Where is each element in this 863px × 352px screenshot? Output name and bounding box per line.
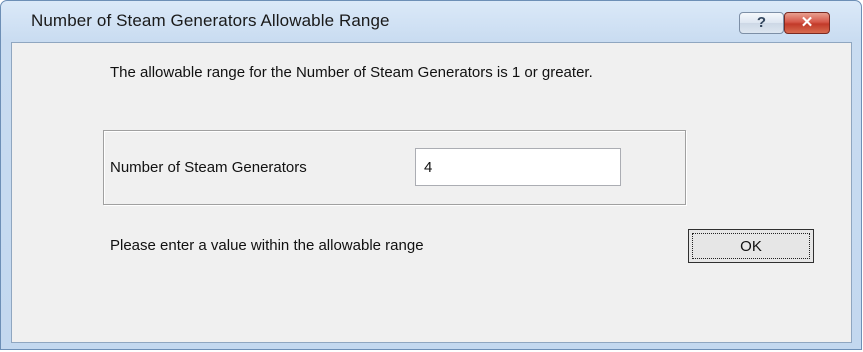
range-message: The allowable range for the Number of St… bbox=[110, 64, 593, 81]
close-button[interactable]: ✕ bbox=[784, 12, 830, 34]
close-icon: ✕ bbox=[800, 14, 814, 31]
ok-button[interactable]: OK bbox=[688, 229, 814, 263]
help-icon: ? bbox=[756, 14, 767, 31]
window-title: Number of Steam Generators Allowable Ran… bbox=[31, 11, 390, 30]
title-bar[interactable]: Number of Steam Generators Allowable Ran… bbox=[1, 1, 861, 39]
ok-button-label: OK bbox=[692, 233, 810, 259]
steam-generators-label: Number of Steam Generators bbox=[110, 159, 307, 176]
steam-generators-input[interactable] bbox=[415, 148, 621, 186]
help-button[interactable]: ? bbox=[739, 12, 784, 34]
hint-text: Please enter a value within the allowabl… bbox=[110, 237, 424, 254]
